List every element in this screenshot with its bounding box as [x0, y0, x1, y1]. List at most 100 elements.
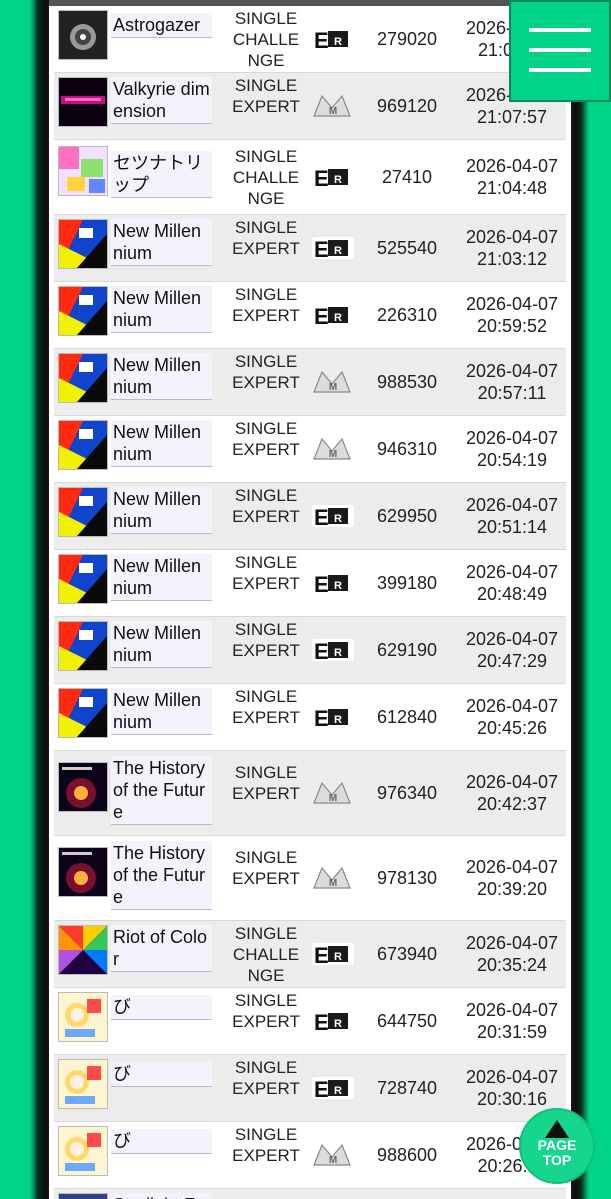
history-row[interactable]: New Millennium SINGLE EXPERT M 988530 2026-0…: [54, 349, 566, 416]
play-date: 2026-04-07: [465, 696, 559, 716]
song-title[interactable]: び: [111, 995, 212, 1020]
svg-text:R: R: [334, 647, 342, 659]
svg-text:M: M: [329, 449, 337, 460]
score: 399180: [376, 573, 438, 593]
history-row[interactable]: Valkyrie dimensionSINGLE EXPERTM96912020…: [54, 73, 566, 140]
history-row[interactable]: び SINGLE EXPERT E R 728740 2026-04-07 20:30:16: [54, 1055, 566, 1122]
expert-difficulty-icon: ER: [312, 1076, 354, 1102]
play-mode: SINGLE EXPERT: [232, 848, 300, 888]
play-date: 2026-04-07: [465, 428, 559, 448]
play-mode: SINGLE EXPERT: [232, 352, 300, 392]
history-row[interactable]: New Millennium SINGLE EXPERT E R 399180 2026-…: [54, 550, 566, 617]
play-history-panel: AstrogazerSINGLE CHALLENGEER2790202026-0…: [49, 0, 571, 1199]
history-row[interactable]: New Millennium SINGLE EXPERT E R 629190 2026-…: [54, 617, 566, 684]
expert-difficulty-icon: ER: [312, 504, 354, 530]
svg-text:R: R: [334, 36, 342, 48]
play-time: 20:48:49: [476, 584, 548, 604]
song-title[interactable]: New Millennium: [111, 487, 212, 534]
page-top-button[interactable]: PAGE TOP: [519, 1108, 595, 1184]
song-title[interactable]: Starlight Fa: [111, 1193, 212, 1199]
song-title[interactable]: The History of the Future: [111, 756, 212, 825]
play-date: 2026-04-07: [465, 772, 559, 792]
song-jacket-image: [58, 77, 108, 127]
hamburger-menu-icon: [529, 68, 591, 72]
song-jacket-image: [58, 1059, 108, 1109]
master-difficulty-icon: M: [312, 781, 354, 805]
score: 629190: [376, 640, 438, 660]
play-time: 20:45:26: [476, 718, 548, 738]
svg-text:E: E: [314, 639, 329, 662]
score: 978130: [376, 868, 438, 888]
expert-difficulty-icon: ER: [312, 303, 354, 329]
play-datetime: 2026-04-07 20:45:26: [452, 695, 571, 739]
play-mode: SINGLE EXPERT: [232, 991, 300, 1031]
song-title[interactable]: New Millennium: [111, 621, 212, 668]
history-row[interactable]: The History of the Future SINGLE EXPERT M 9…: [54, 751, 566, 836]
song-title[interactable]: Valkyrie dimension: [111, 77, 212, 124]
history-row[interactable]: セツナトリップ SINGLE CHALLENGE E R 27410 2026-04-07…: [54, 140, 566, 215]
history-row[interactable]: Riot of Color SINGLE CHALLENGE E R 673940 202…: [54, 921, 566, 988]
svg-text:E: E: [314, 237, 329, 260]
play-mode: SINGLE EXPERT: [232, 218, 300, 258]
svg-text:M: M: [329, 106, 337, 117]
song-title[interactable]: New Millennium: [111, 219, 212, 266]
song-title[interactable]: び: [111, 1062, 212, 1087]
play-date: 2026-04-07: [465, 294, 559, 314]
history-row[interactable]: New Millennium SINGLE EXPERT E R 525540 2026-…: [54, 215, 566, 282]
svg-text:E: E: [314, 1010, 329, 1033]
menu-button[interactable]: [509, 0, 611, 102]
song-title[interactable]: The History of the Future: [111, 841, 212, 910]
play-mode: SINGLE EXPERT: [232, 419, 300, 459]
history-row[interactable]: New Millennium SINGLE EXPERT E R 226310 2026-…: [54, 282, 566, 349]
play-time: 20:39:20: [476, 879, 548, 899]
history-row[interactable]: AstrogazerSINGLE CHALLENGEER2790202026-0…: [54, 6, 566, 73]
score: 988530: [376, 372, 438, 392]
song-jacket-image: [58, 992, 108, 1042]
play-date: 2026-04-07: [465, 1000, 559, 1020]
score: 728740: [376, 1078, 438, 1098]
expert-difficulty-icon: ER: [312, 165, 354, 191]
svg-text:E: E: [314, 304, 329, 327]
song-title[interactable]: New Millennium: [111, 286, 212, 333]
svg-text:R: R: [334, 951, 342, 963]
song-jacket-image: [58, 353, 108, 403]
play-time: 20:31:59: [476, 1022, 548, 1042]
song-title[interactable]: び: [111, 1129, 212, 1154]
score: 946310: [376, 439, 438, 459]
score: 27410: [381, 167, 433, 187]
play-time: 20:47:29: [476, 651, 548, 671]
song-jacket-image: [58, 487, 108, 537]
history-row[interactable]: び SINGLE EXPERT M 988600 2026-04-07 20:26:1x: [54, 1122, 566, 1189]
score: 976340: [376, 783, 438, 803]
play-date: 2026-04-07: [465, 495, 559, 515]
play-date: 2026-04-07: [465, 227, 559, 247]
play-mode: SINGLE EXPERT: [232, 687, 300, 727]
song-title[interactable]: Astrogazer: [111, 13, 212, 38]
play-date: 2026-04-07: [465, 562, 559, 582]
svg-text:E: E: [314, 1077, 329, 1100]
master-difficulty-icon: M: [312, 370, 354, 394]
play-datetime: 2026-04-07 20:54:19: [452, 427, 571, 471]
play-datetime: 2026-04-07 20:39:20: [452, 856, 571, 900]
history-row[interactable]: New Millennium SINGLE EXPERT M 946310 2026-0…: [54, 416, 566, 483]
play-date: 2026-04-07: [465, 933, 559, 953]
song-title[interactable]: New Millennium: [111, 688, 212, 735]
score: 644750: [376, 1011, 438, 1031]
svg-text:M: M: [329, 382, 337, 393]
hamburger-menu-icon: [529, 28, 591, 32]
svg-text:R: R: [334, 513, 342, 525]
song-title[interactable]: セツナトリップ: [111, 151, 212, 198]
history-row[interactable]: New Millennium SINGLE EXPERT E R 612840 2026-…: [54, 684, 566, 751]
song-title[interactable]: New Millennium: [111, 420, 212, 467]
song-title[interactable]: New Millennium: [111, 554, 212, 601]
history-row[interactable]: Starlight Fa: [54, 1189, 566, 1199]
song-title[interactable]: Riot of Color: [111, 925, 212, 972]
master-difficulty-icon: M: [312, 866, 354, 890]
arrow-up-icon: [545, 1120, 569, 1138]
song-title[interactable]: New Millennium: [111, 353, 212, 400]
history-row[interactable]: The History of the Future SINGLE EXPERT M 9…: [54, 836, 566, 921]
expert-difficulty-icon: ER: [312, 638, 354, 664]
history-row[interactable]: New Millennium SINGLE EXPERT E R 629950 2026-…: [54, 483, 566, 550]
page-top-label-1: PAGE: [537, 1137, 577, 1153]
history-row[interactable]: び SINGLE EXPERT E R 644750 2026-04-07 20:31:59: [54, 988, 566, 1055]
